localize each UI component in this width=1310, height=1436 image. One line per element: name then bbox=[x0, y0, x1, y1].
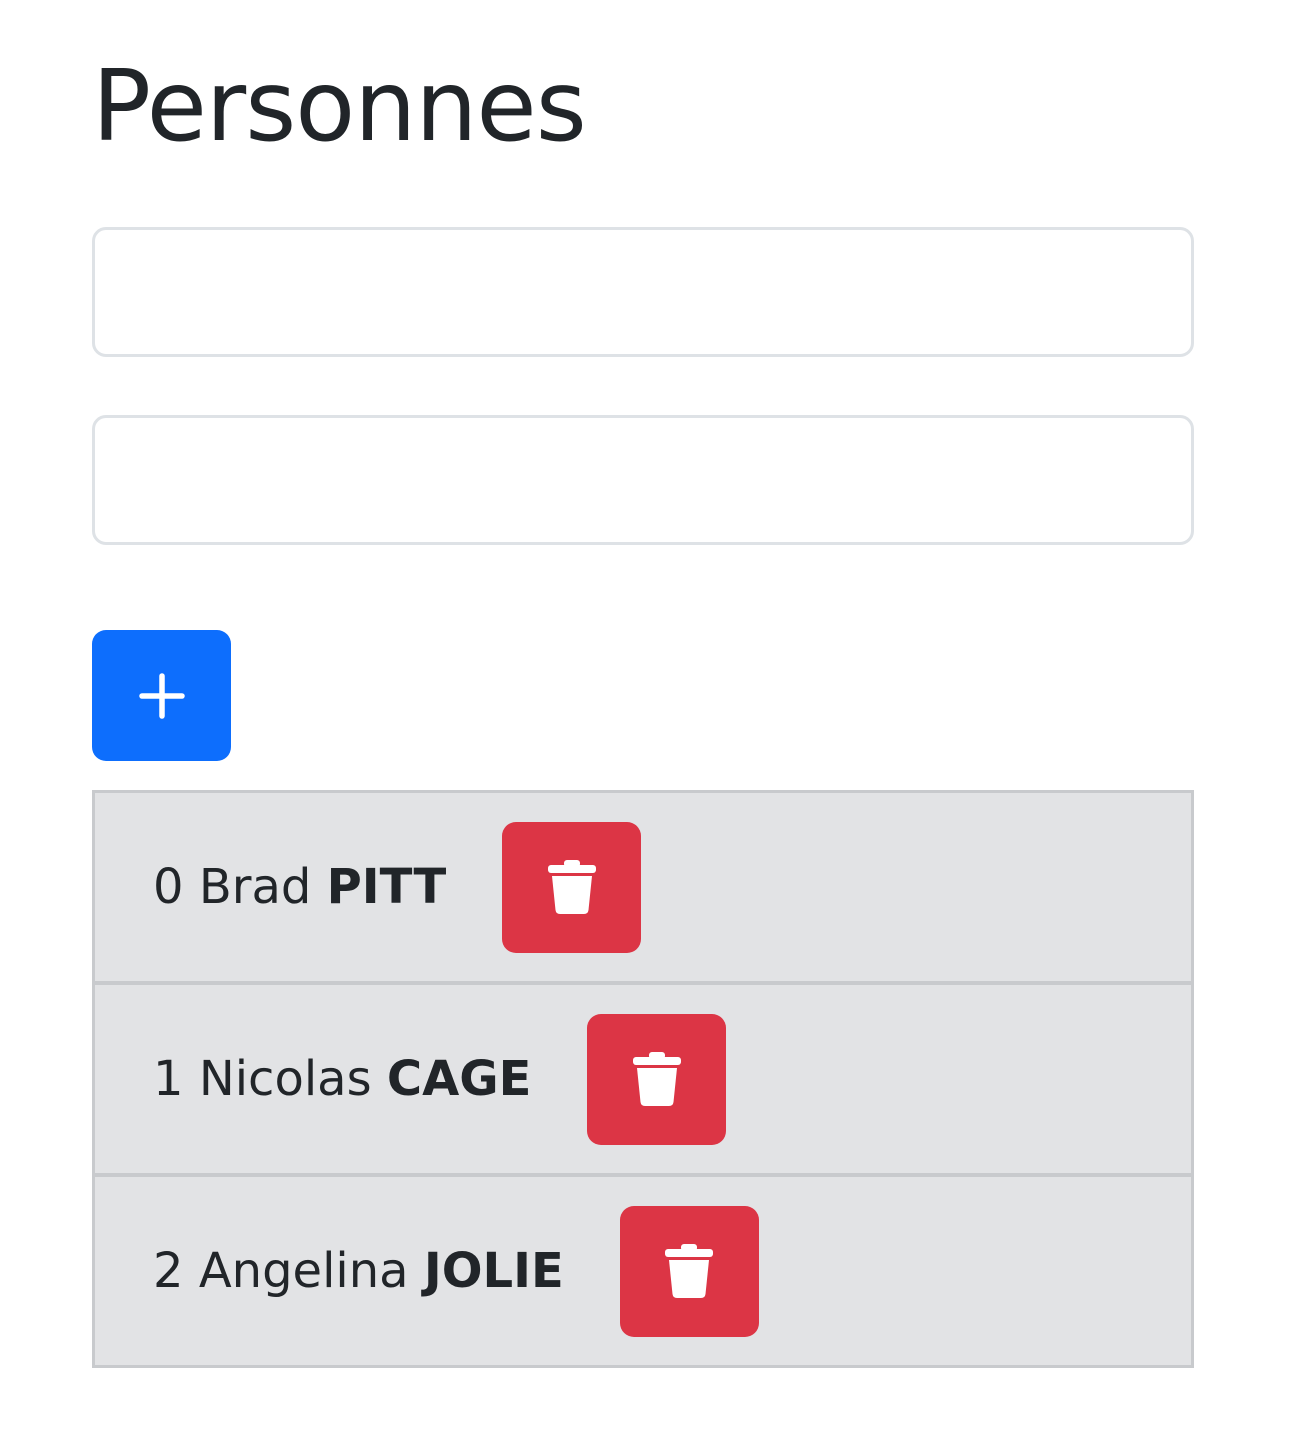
delete-person-button[interactable] bbox=[502, 821, 642, 953]
person-index: 0 bbox=[153, 859, 184, 915]
person-label: 1 Nicolas CAGE bbox=[153, 1051, 531, 1107]
list-item: 1 Nicolas CAGE bbox=[92, 982, 1194, 1176]
list-item: 0 Brad PITT bbox=[92, 790, 1194, 984]
add-person-button[interactable] bbox=[92, 630, 231, 761]
trash-icon bbox=[664, 1243, 714, 1299]
trash-icon bbox=[632, 1051, 682, 1107]
person-label: 0 Brad PITT bbox=[153, 859, 446, 915]
page-title: Personnes bbox=[92, 50, 587, 164]
person-first-name: Nicolas bbox=[198, 1051, 372, 1107]
person-first-name: Brad bbox=[198, 859, 312, 915]
plus-icon bbox=[138, 672, 186, 720]
person-last-name: PITT bbox=[326, 859, 447, 915]
person-label: 2 Angelina JOLIE bbox=[153, 1243, 564, 1299]
person-last-name: JOLIE bbox=[423, 1243, 564, 1299]
person-index: 1 bbox=[153, 1051, 184, 1107]
person-first-name: Angelina bbox=[198, 1243, 409, 1299]
person-last-name: CAGE bbox=[386, 1051, 532, 1107]
delete-person-button[interactable] bbox=[619, 1205, 759, 1337]
page: Personnes 0 Brad PITT 1 Nicolas CAGE 2 A… bbox=[0, 0, 1310, 1436]
trash-icon bbox=[547, 859, 597, 915]
person-list: 0 Brad PITT 1 Nicolas CAGE 2 Angelina JO… bbox=[92, 790, 1194, 1368]
last-name-input[interactable] bbox=[92, 415, 1194, 545]
person-index: 2 bbox=[153, 1243, 184, 1299]
list-item: 2 Angelina JOLIE bbox=[92, 1174, 1194, 1368]
delete-person-button[interactable] bbox=[587, 1013, 727, 1145]
first-name-input[interactable] bbox=[92, 227, 1194, 357]
